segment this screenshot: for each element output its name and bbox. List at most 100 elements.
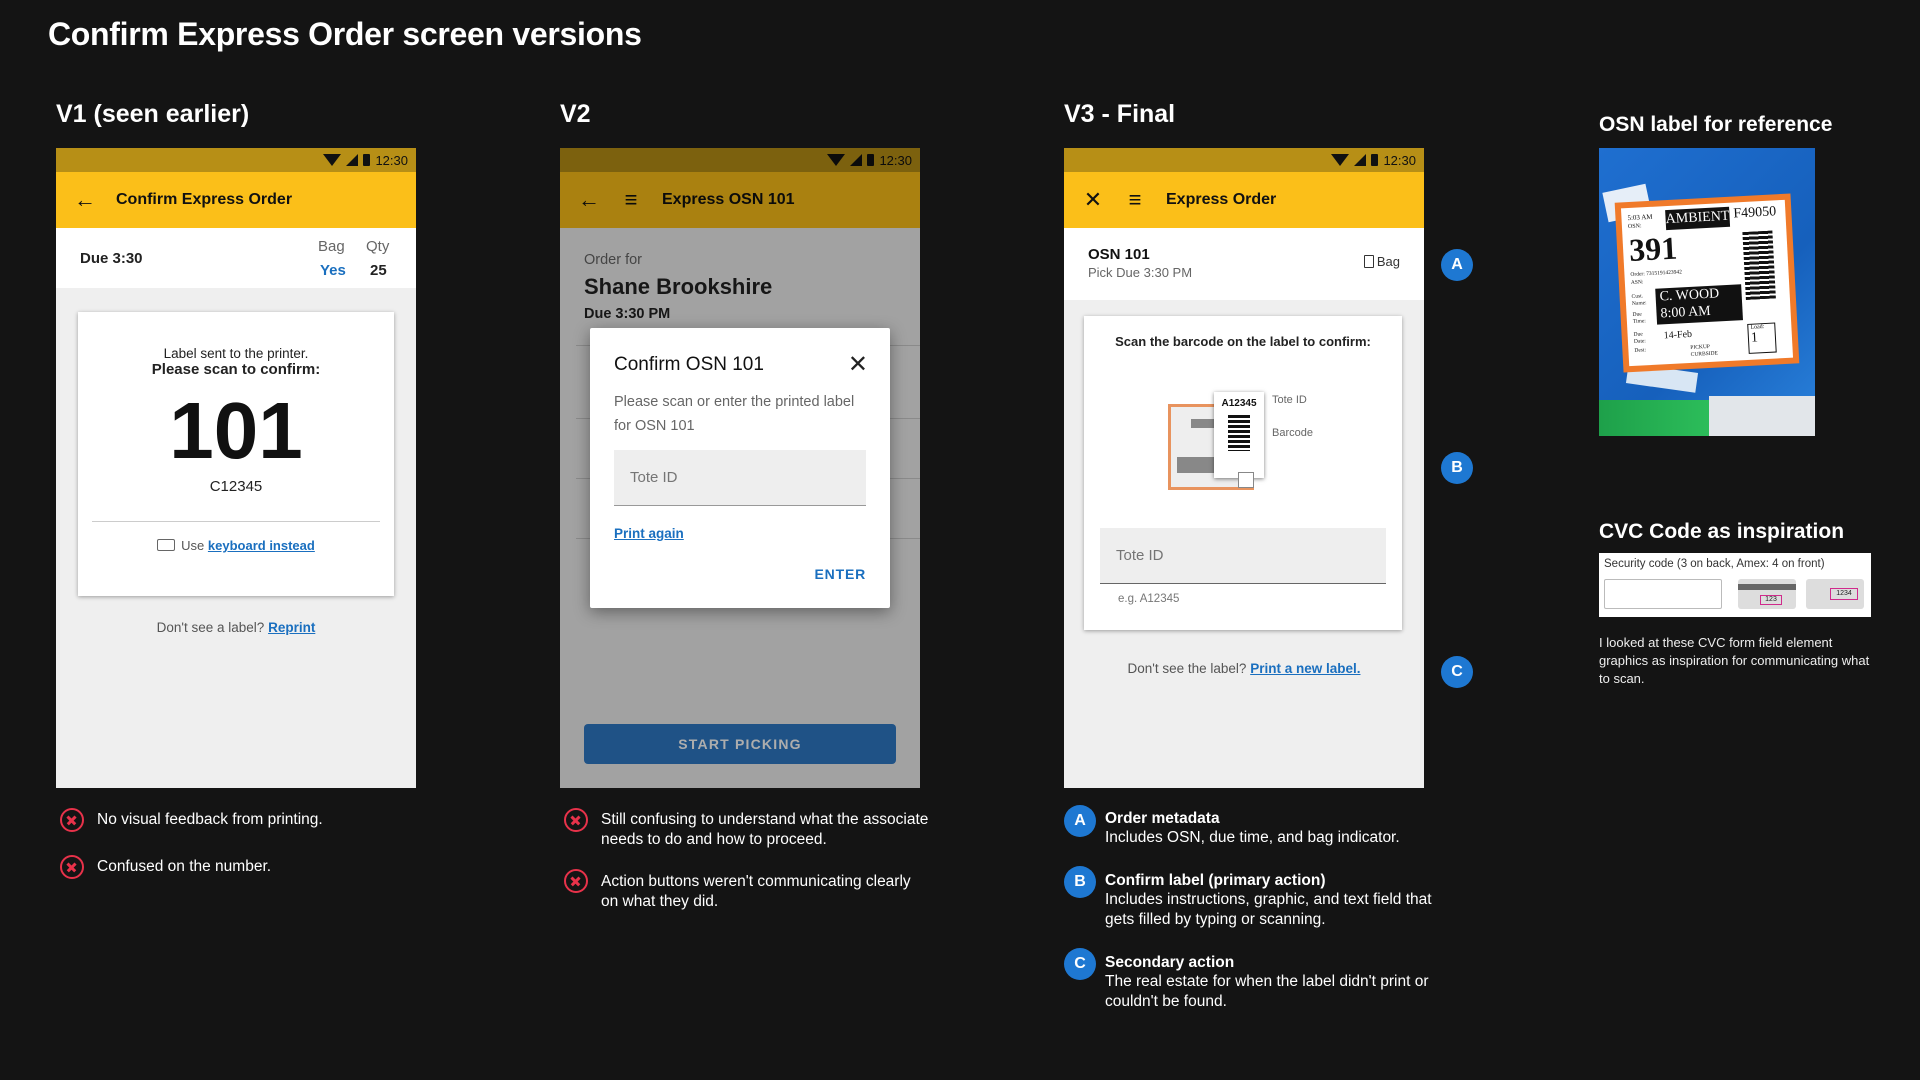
card-back-icon: 123 [1738,579,1796,609]
reprint-row: Don't see a label? Reprint [56,620,416,635]
label-code: C12345 [209,478,263,495]
callout-badge-c: C [1441,656,1473,688]
label-sticker: A12345 [1214,392,1264,478]
print-again-label: Print again [614,526,684,541]
v1-title: V1 (seen earlier) [56,100,250,128]
legend-badge-c: C [1064,948,1096,980]
legend-badge-a: A [1064,805,1096,837]
bag-icon [1363,255,1374,268]
label-code: F49050 [1733,204,1777,222]
bag-indicator: Bag [1376,254,1400,269]
legend-item-a: Order metadata Includes OSN, due time, a… [1105,810,1445,848]
v1-phone: 12:30 ← Confirm Express Order Due 3:30 B… [56,148,416,788]
label-load: 1 [1750,330,1759,346]
tote-id-input[interactable] [1100,528,1386,584]
app-bar-title: Express Order [1166,191,1277,208]
legend-item-b: Confirm label (primary action) Includes … [1105,872,1445,930]
big-number: 101 [169,386,303,475]
label-due-time-label: Due Time: [1632,311,1647,325]
v2-title: V2 [560,100,591,128]
legend-title: Secondary action [1105,954,1235,971]
v3-title: V3 - Final [1064,100,1176,128]
error-icon [60,855,84,879]
cvc-front-digits: 1234 [1830,588,1858,600]
keyboard-instead-link[interactable]: keyboard instead [208,538,315,553]
battery-icon [363,154,371,166]
print-new-label-row: Don't see the label? Print a new label. [1064,661,1424,676]
card-front-icon: 1234 [1806,579,1864,609]
qty-label: Qty [366,238,390,255]
bag-label: Bag [318,238,345,255]
tote-id-callout: Tote ID [1272,394,1307,406]
label-print-time: 5:03 AM [1627,212,1653,223]
page-title: Confirm Express Order screen versions [48,16,642,52]
menu-icon[interactable]: ≡ [1124,189,1146,211]
osn-number: OSN 101 [1088,246,1150,263]
confirm-label-card: Scan the barcode on the label to confirm… [1084,316,1402,630]
label-date: 14-Feb [1663,328,1693,342]
legend-desc: Includes instructions, graphic, and text… [1105,891,1432,928]
wifi-icon [323,154,342,166]
app-bar: ← Confirm Express Order [56,172,416,228]
card-line-2: Please scan to confirm: [151,361,321,378]
scan-card: Label sent to the printer. Please scan t… [78,312,394,596]
cvc-description: I looked at these CVC form field element… [1599,635,1870,686]
order-summary: Due 3:30 Bag Yes Qty 25 [56,228,416,288]
status-bar: 12:30 [56,148,416,172]
label-dest-label: Dest: [1634,347,1647,354]
card-line-1: Label sent to the printer. [163,346,309,361]
reprint-link[interactable]: Reprint [268,620,315,635]
legend-title: Confirm label (primary action) [1105,872,1326,889]
barcode-icon [1228,415,1250,451]
cvc-field-graphic: Security code (3 on back, Amex: 4 on fro… [1599,553,1871,617]
close-icon[interactable]: ✕ [848,350,868,379]
label-asn: ASN: [1630,279,1644,286]
legend-desc: Includes OSN, due time, and bag indicato… [1105,829,1400,846]
print-new-label-prefix: Don't see the label? [1127,661,1247,676]
legend-item-c: Secondary action The real estate for whe… [1105,954,1445,1012]
close-icon[interactable]: ✕ [1082,189,1104,211]
error-icon [60,808,84,832]
pick-due: Pick Due 3:30 PM [1088,265,1193,280]
label-osn-label: OSN: [1627,223,1642,231]
v1-note-2: Confused on the number. [97,858,272,875]
enter-button[interactable]: ENTER [815,566,866,582]
battery-icon [1371,154,1379,166]
tote-id-hint: e.g. A12345 [1118,593,1180,605]
v2-phone: 12:30 ← ≡ Express OSN 101 Order for Shan… [560,148,920,788]
callout-badge-b: B [1441,452,1473,484]
status-time: 12:30 [1383,152,1416,168]
cvc-reference-title: CVC Code as inspiration [1599,520,1845,543]
keyboard-icon [157,539,176,551]
cell-signal-icon [346,154,359,166]
label-order: Order: 7315191423942 [1630,269,1683,278]
confirm-dialog: Confirm OSN 101 ✕ Please scan or enter t… [590,328,890,608]
cell-signal-icon [1354,154,1367,166]
cvc-back-digits: 123 [1760,595,1782,605]
label-due-date-label: Due Date: [1633,331,1647,345]
label-due-time: 8:00 AM [1660,303,1712,322]
print-again-link[interactable]: Print again [614,526,684,541]
dialog-title: Confirm OSN 101 [614,354,764,375]
bag-value: Yes [320,262,346,279]
label-curbside: CURBSIDE [1690,350,1719,358]
legend-desc: The real estate for when the label didn'… [1105,973,1429,1010]
cvc-input [1604,579,1722,609]
keyboard-prefix: Use [181,538,205,553]
status-time: 12:30 [375,152,408,168]
wifi-icon [1331,154,1350,166]
barcode-icon [1742,230,1776,300]
label-type: AMBIENT [1665,206,1731,231]
qty-value: 25 [370,262,387,279]
back-arrow-icon[interactable]: ← [74,189,96,211]
barcode-callout: Barcode [1272,427,1313,439]
label-cust-label: Cust. Name: [1631,293,1647,307]
tote-id-input[interactable] [614,450,866,506]
osn-reference-title: OSN label for reference [1599,113,1833,136]
error-icon [564,869,588,893]
label-number: 391 [1628,229,1679,269]
legend-title: Order metadata [1105,810,1220,827]
due-time: Due 3:30 [80,250,143,267]
print-new-label-link[interactable]: Print a new label. [1250,661,1360,676]
v2-note-2: Action buttons weren't communicating cle… [601,873,911,910]
